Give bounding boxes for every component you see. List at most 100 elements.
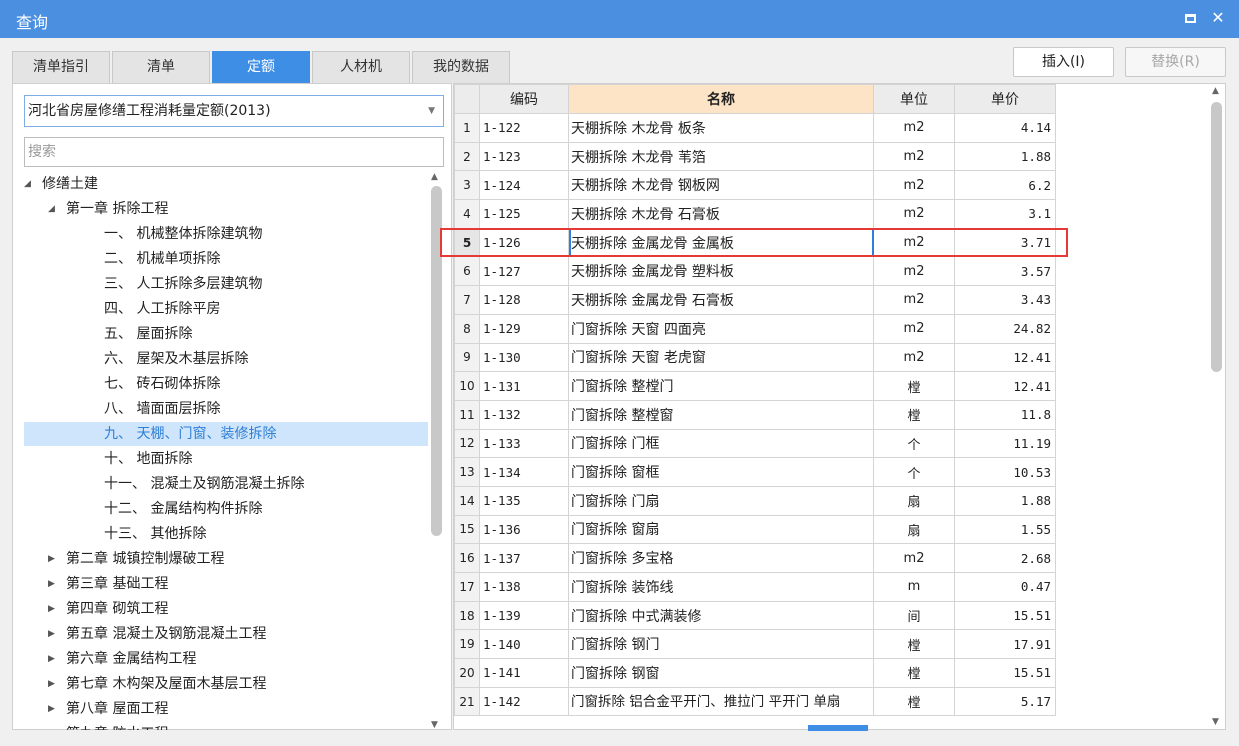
scroll-up-icon[interactable]: ▲ xyxy=(431,172,438,182)
price-cell: 17.91 xyxy=(954,629,1056,660)
unit-cell: 樘 xyxy=(873,658,955,688)
tree-node[interactable]: 三、 人工拆除多层建筑物 xyxy=(24,272,428,296)
tree-node[interactable]: 十三、 其他拆除 xyxy=(24,522,428,546)
code-cell: 1-122 xyxy=(479,113,569,143)
table-row[interactable]: 8 1-129 门窗拆除 天窗 四面亮 m2 24.82 xyxy=(454,313,1056,344)
code-cell: 1-130 xyxy=(479,342,569,373)
table-row[interactable]: 3 1-124 天棚拆除 木龙骨 钢板网 m2 6.2 xyxy=(454,170,1056,201)
tree-node[interactable]: 一、 机械整体拆除建筑物 xyxy=(24,222,428,246)
table-row[interactable]: 9 1-130 门窗拆除 天窗 老虎窗 m2 12.41 xyxy=(454,342,1056,373)
header-price[interactable]: 单价 xyxy=(954,84,1056,114)
tree-node[interactable]: ◢ 修缮土建 xyxy=(24,172,428,196)
tree-node[interactable]: 七、 砖石砌体拆除 xyxy=(24,372,428,396)
panel-splitter-handle[interactable] xyxy=(808,725,868,731)
tree-node[interactable]: ▶ 第三章 基础工程 xyxy=(24,572,428,596)
expand-icon[interactable]: ▶ xyxy=(48,697,55,721)
close-icon[interactable]: ✕ xyxy=(1208,8,1228,28)
tree-node[interactable]: ▶ 第八章 屋面工程 xyxy=(24,697,428,721)
price-cell: 3.43 xyxy=(954,285,1056,315)
unit-cell: 樘 xyxy=(873,686,955,717)
unit-cell: 樘 xyxy=(873,371,955,401)
tree-node-label: 三、 人工拆除多层建筑物 xyxy=(104,276,263,292)
price-cell: 15.51 xyxy=(954,658,1056,688)
tab-bill[interactable]: 清单 xyxy=(112,51,210,83)
table-row[interactable]: 4 1-125 天棚拆除 木龙骨 石膏板 m2 3.1 xyxy=(454,199,1056,229)
table-row[interactable]: 14 1-135 门窗拆除 门扇扇 1.88 xyxy=(454,485,1056,516)
row-index: 3 xyxy=(454,170,480,201)
tree-node[interactable]: ▶ 第七章 木构架及屋面木基层工程 xyxy=(24,672,428,696)
table-row[interactable]: 11 1-132 门窗拆除 整樘窗樘 11.8 xyxy=(454,399,1056,430)
search-input[interactable]: 搜索 xyxy=(24,137,444,167)
collapse-icon[interactable]: ◢ xyxy=(24,172,31,196)
collapse-icon[interactable]: ◢ xyxy=(48,197,55,221)
tree-scrollbar[interactable]: ▲ ▼ xyxy=(428,172,445,730)
tab-my-data[interactable]: 我的数据 xyxy=(412,51,510,83)
expand-icon[interactable]: ▶ xyxy=(48,622,55,646)
scroll-down-icon[interactable]: ▼ xyxy=(431,720,438,730)
tree-node-label: 四、 人工拆除平房 xyxy=(104,301,221,317)
tab-bill-guide[interactable]: 清单指引 xyxy=(12,51,110,83)
tree-node[interactable]: ▶ 第四章 砌筑工程 xyxy=(24,597,428,621)
header-name[interactable]: 名称 xyxy=(568,84,874,114)
scroll-down-icon[interactable]: ▼ xyxy=(1212,717,1219,727)
row-index: 14 xyxy=(454,485,480,516)
replace-button[interactable]: 替换(R) xyxy=(1125,47,1226,77)
tree-node-label: 十一、 混凝土及钢筋混凝土拆除 xyxy=(104,476,305,492)
tree-node[interactable]: 十二、 金属结构构件拆除 xyxy=(24,497,428,521)
expand-icon[interactable]: ▶ xyxy=(48,572,55,596)
table-scroll-thumb[interactable] xyxy=(1211,102,1222,372)
table-row[interactable]: 5 1-126 天棚拆除 金属龙骨 金属板 m2 3.71 xyxy=(454,227,1056,258)
scroll-up-icon[interactable]: ▲ xyxy=(1212,86,1219,96)
tree-node[interactable]: ▶ 第九章 防水工程 xyxy=(24,722,428,730)
table-row[interactable]: 6 1-127 天棚拆除 金属龙骨 塑料板 m2 3.57 xyxy=(454,256,1056,287)
table-row[interactable]: 2 1-123 天棚拆除 木龙骨 苇箔 m2 1.88 xyxy=(454,141,1056,172)
table-row[interactable]: 19 1-140 门窗拆除 钢门樘 17.91 xyxy=(454,629,1056,660)
table-row[interactable]: 18 1-139 门窗拆除 中式满装修间 15.51 xyxy=(454,600,1056,631)
tree-node[interactable]: ▶ 第二章 城镇控制爆破工程 xyxy=(24,547,428,571)
expand-icon[interactable]: ▶ xyxy=(48,547,55,571)
row-index: 18 xyxy=(454,600,480,631)
expand-icon[interactable]: ▶ xyxy=(48,722,55,730)
code-cell: 1-140 xyxy=(479,629,569,660)
tree-node[interactable]: 五、 屋面拆除 xyxy=(24,322,428,346)
price-cell: 5.17 xyxy=(954,686,1056,717)
table-row[interactable]: 15 1-136 门窗拆除 窗扇扇 1.55 xyxy=(454,514,1056,545)
table-row[interactable]: 12 1-133 门窗拆除 门框个 11.19 xyxy=(454,428,1056,459)
tab-labor-material-machine[interactable]: 人材机 xyxy=(312,51,410,83)
maximize-icon[interactable] xyxy=(1180,8,1200,28)
tree-node[interactable]: 十、 地面拆除 xyxy=(24,447,428,471)
table-row[interactable]: 7 1-128 天棚拆除 金属龙骨 石膏板 m2 3.43 xyxy=(454,285,1056,315)
table-row[interactable]: 17 1-138 门窗拆除 装饰线 m 0.47 xyxy=(454,572,1056,602)
table-row[interactable]: 13 1-134 门窗拆除 窗框个 10.53 xyxy=(454,457,1056,487)
tree-node[interactable]: 四、 人工拆除平房 xyxy=(24,297,428,321)
header-code[interactable]: 编码 xyxy=(479,84,569,114)
table-row[interactable]: 1 1-122 天棚拆除 木龙骨 板条 m2 4.14 xyxy=(454,113,1056,143)
tree-node[interactable]: 二、 机械单项拆除 xyxy=(24,247,428,271)
library-select[interactable]: 河北省房屋修缮工程消耗量定额(2013) ▼ xyxy=(24,95,444,127)
insert-button[interactable]: 插入(I) xyxy=(1013,47,1114,77)
tree-node[interactable]: ▶ 第五章 混凝土及钢筋混凝土工程 xyxy=(24,622,428,646)
table-row[interactable]: 10 1-131 门窗拆除 整樘门樘 12.41 xyxy=(454,371,1056,401)
tab-quota[interactable]: 定额 xyxy=(212,51,310,83)
expand-icon[interactable]: ▶ xyxy=(48,647,55,671)
tree-node-label: 第三章 基础工程 xyxy=(66,576,169,592)
table-row[interactable]: 16 1-137 门窗拆除 多宝格 m2 2.68 xyxy=(454,543,1056,573)
tree-node[interactable]: 十一、 混凝土及钢筋混凝土拆除 xyxy=(24,472,428,496)
table-row[interactable]: 20 1-141 门窗拆除 钢窗樘 15.51 xyxy=(454,658,1056,688)
header-unit[interactable]: 单位 xyxy=(873,84,955,114)
table-row[interactable]: 21 1-142 门窗拆除 铝合金平开门、推拉门 平开门 单扇樘 5.17 xyxy=(454,686,1056,717)
tree-node[interactable]: ◢ 第一章 拆除工程 xyxy=(24,197,428,221)
tree-node[interactable]: 八、 墙面面层拆除 xyxy=(24,397,428,421)
row-index: 9 xyxy=(454,342,480,373)
tree-node[interactable]: ▶ 第六章 金属结构工程 xyxy=(24,647,428,671)
price-cell: 11.19 xyxy=(954,428,1056,459)
table-scrollbar[interactable]: ▲ ▼ xyxy=(1208,84,1225,729)
expand-icon[interactable]: ▶ xyxy=(48,597,55,621)
tree-scroll-thumb[interactable] xyxy=(431,186,442,536)
tree-node[interactable]: 九、 天棚、门窗、装修拆除 xyxy=(24,422,428,446)
expand-icon[interactable]: ▶ xyxy=(48,672,55,696)
name-cell: 门窗拆除 多宝格 xyxy=(568,543,874,573)
code-cell: 1-135 xyxy=(479,485,569,516)
window-title: 查询 xyxy=(16,13,49,32)
tree-node[interactable]: 六、 屋架及木基层拆除 xyxy=(24,347,428,371)
